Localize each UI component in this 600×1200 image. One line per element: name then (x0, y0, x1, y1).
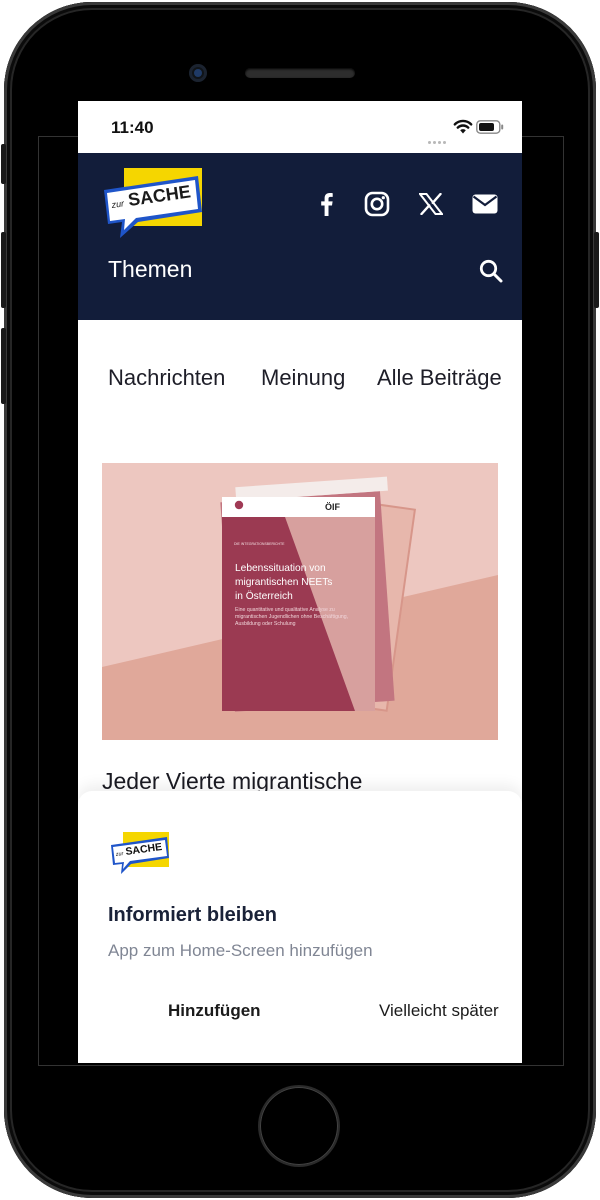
search-icon[interactable] (478, 258, 504, 284)
volume-up-button (1, 232, 6, 308)
themen-menu[interactable]: Themen (108, 256, 192, 283)
status-time: 11:40 (111, 118, 154, 137)
install-prompt-title: Informiert bleiben (108, 904, 277, 926)
cover-title-line-2: migrantischen NEETs (235, 577, 332, 588)
x-icon[interactable] (416, 189, 446, 219)
maybe-later-button[interactable]: Vielleicht später (379, 1001, 499, 1021)
instagram-icon[interactable] (362, 189, 392, 219)
earpiece-speaker (245, 68, 355, 78)
mail-icon[interactable] (470, 189, 500, 219)
cover-subtitle-line-2: migrantischen Jugendlichen ohne Beschäft… (235, 614, 348, 620)
cover-subtitle-line-1: Eine quantitative und qualitative Analys… (235, 607, 335, 613)
article-image[interactable]: ÖIF DIE INTEGRATIONSBERICHTE Lebenssitua… (102, 463, 498, 740)
cover-eyebrow: DIE INTEGRATIONSBERICHTE (234, 542, 285, 546)
app-logo-icon: zur SACHE (111, 832, 169, 874)
status-bar: 11:40 (78, 101, 522, 153)
logo-zur-text: zur (110, 198, 126, 210)
front-camera (189, 64, 207, 82)
oif-logo-text: ÖIF (325, 502, 341, 512)
battery-icon (476, 120, 504, 134)
nav-meinung[interactable]: Meinung (261, 365, 345, 391)
wifi-icon (453, 119, 473, 134)
cover-subtitle-line-3: Ausbildung oder Schulung (235, 621, 296, 627)
signal-dots-icon (428, 129, 450, 144)
facebook-icon[interactable] (311, 189, 341, 219)
install-prompt-subtitle: App zum Home-Screen hinzufügen (108, 941, 373, 960)
zur-sache-logo[interactable]: zur SACHE (102, 168, 204, 238)
install-prompt-sheet: zur SACHE Informiert bleiben App zum Hom… (78, 791, 522, 1063)
power-button (594, 232, 599, 308)
report-cover-illustration: ÖIF DIE INTEGRATIONSBERICHTE Lebenssitua… (102, 476, 498, 740)
nav-alle-beitraege[interactable]: Alle Beiträge (377, 365, 502, 391)
home-button[interactable] (260, 1087, 338, 1165)
nav-nachrichten[interactable]: Nachrichten (108, 365, 225, 391)
phone-screen: 11:40 zur SACHE Themen Nachrichten Meinu… (78, 101, 522, 1063)
volume-down-button (1, 328, 6, 404)
add-to-homescreen-button[interactable]: Hinzufügen (168, 1001, 261, 1021)
site-header: zur SACHE Themen (78, 153, 522, 320)
cover-title-line-3: in Österreich (235, 590, 293, 602)
mute-switch (1, 144, 6, 184)
cover-title-line-1: Lebenssituation von (235, 563, 326, 574)
